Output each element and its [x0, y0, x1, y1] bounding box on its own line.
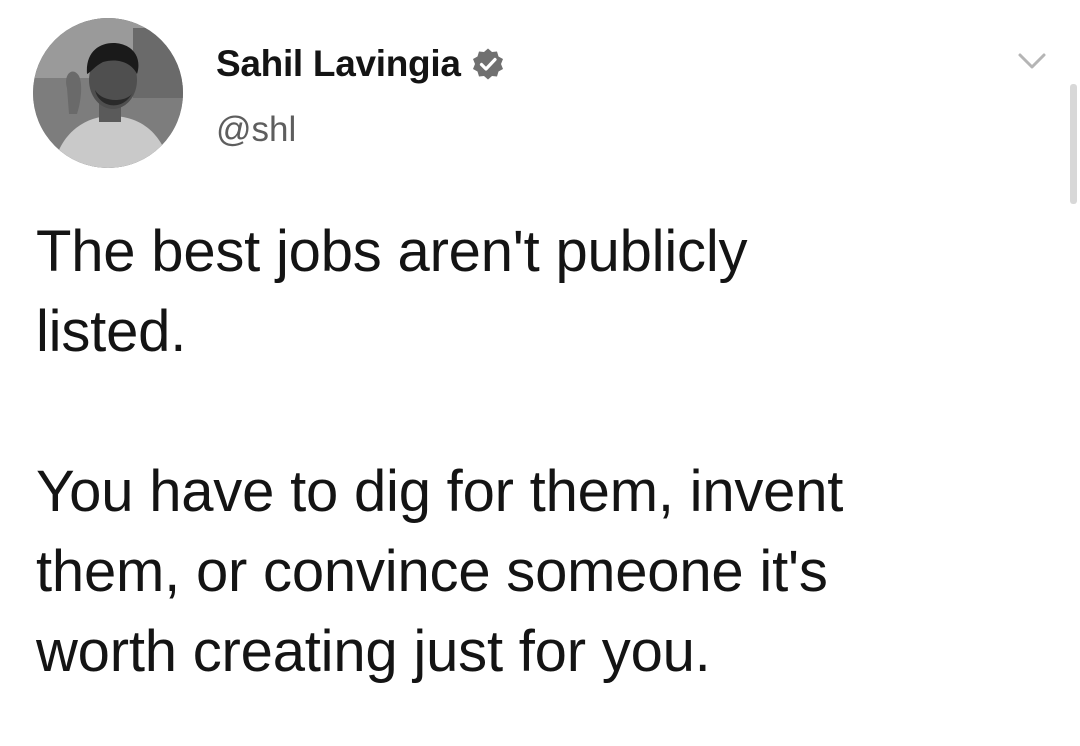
tweet-menu-button[interactable] [1014, 46, 1050, 76]
author-name-row: Sahil Lavingia [216, 42, 505, 86]
author-handle[interactable]: @shl [216, 110, 296, 150]
tweet-paragraph: You have to dig for them, invent them, o… [36, 459, 844, 684]
tweet-text: The best jobs aren't publicly listed. Yo… [36, 212, 1036, 692]
tweet-card: Sahil Lavingia @shl The best jobs aren't… [0, 0, 1080, 746]
tweet-paragraph: The best jobs aren't publicly listed. [36, 219, 748, 364]
display-name[interactable]: Sahil Lavingia [216, 43, 461, 85]
avatar[interactable] [33, 18, 183, 168]
scrollbar[interactable] [1070, 84, 1077, 204]
avatar-photo [33, 18, 183, 168]
chevron-down-icon [1018, 53, 1046, 69]
verified-badge-icon [471, 47, 505, 81]
